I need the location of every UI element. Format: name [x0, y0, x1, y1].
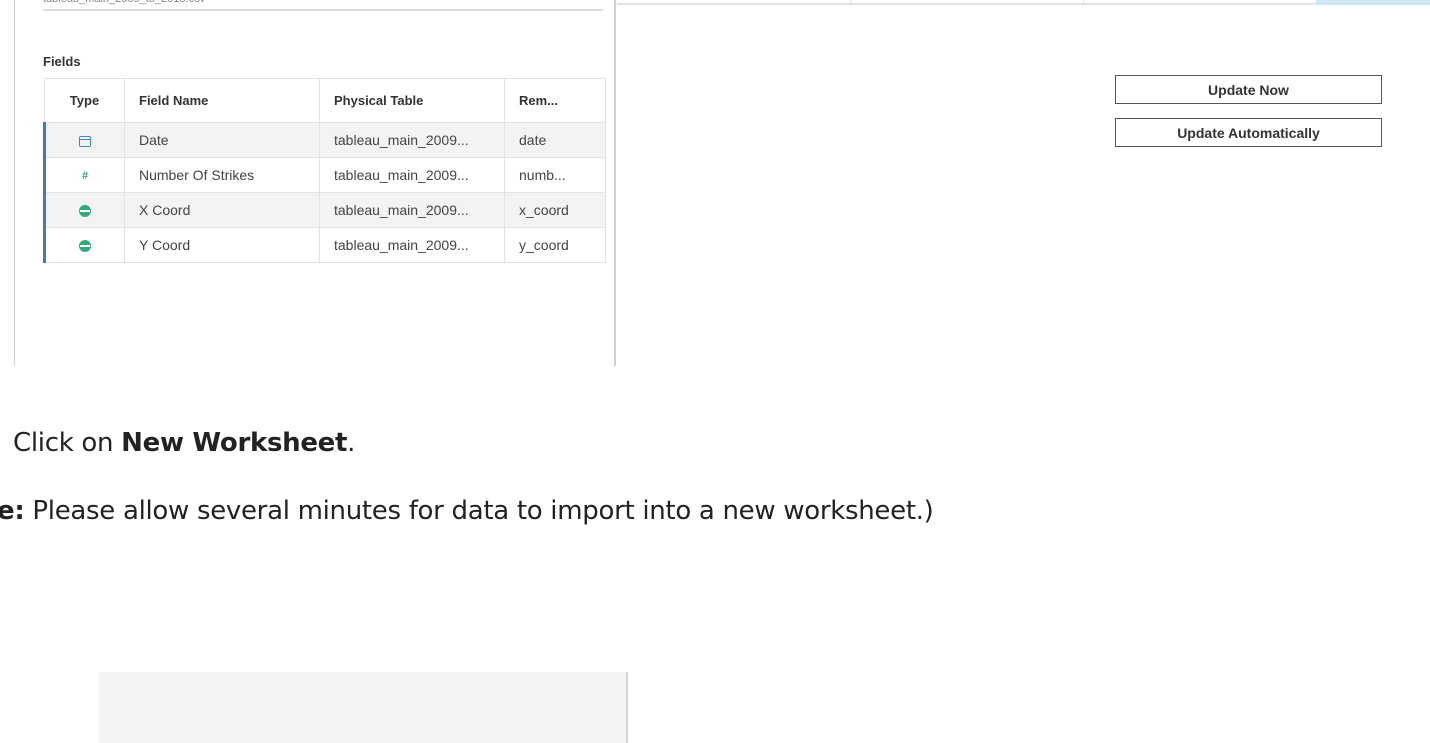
- data-source-name-field[interactable]: tableau_main_2009_to_2018.csv: [43, 0, 603, 11]
- physical-table-cell: tableau_main_2009...: [319, 192, 505, 228]
- physical-table-cell: tableau_main_2009...: [319, 122, 505, 158]
- table-row[interactable]: Date tableau_main_2009... date: [43, 122, 606, 158]
- instruction-note-bold: e:: [0, 496, 25, 526]
- table-row[interactable]: # Number Of Strikes tableau_main_2009...…: [43, 157, 606, 193]
- physical-table-cell: tableau_main_2009...: [319, 157, 505, 193]
- field-name-cell[interactable]: Date: [124, 122, 320, 158]
- data-grid-header-strip: [617, 0, 1430, 5]
- column-header-field-name[interactable]: Field Name: [124, 78, 320, 123]
- field-name-cell[interactable]: Number Of Strikes: [124, 157, 320, 193]
- instruction-step-prefix: Click on: [13, 428, 122, 458]
- next-screenshot-preview: [99, 672, 628, 743]
- number-icon[interactable]: #: [82, 170, 88, 182]
- update-automatically-button[interactable]: Update Automatically: [1115, 118, 1382, 147]
- fields-table-header: Type Field Name Physical Table Rem...: [44, 78, 606, 123]
- remote-name-cell: x_coord: [504, 192, 606, 228]
- grid-selected-column: [1316, 0, 1430, 5]
- geo-icon[interactable]: [79, 205, 91, 218]
- data-source-panel: tableau_main_2009_to_2018.csv Fields Typ…: [14, 0, 616, 366]
- field-name-cell[interactable]: Y Coord: [124, 227, 320, 263]
- geo-icon[interactable]: [79, 240, 91, 253]
- field-type-cell[interactable]: [43, 122, 125, 158]
- instruction-step: Click on New Worksheet.: [13, 428, 355, 458]
- grid-column-divider: [850, 0, 851, 5]
- instruction-step-bold: New Worksheet: [121, 428, 348, 458]
- table-row[interactable]: X Coord tableau_main_2009... x_coord: [43, 192, 606, 228]
- field-type-cell[interactable]: #: [43, 157, 125, 193]
- column-header-type[interactable]: Type: [44, 78, 125, 123]
- remote-name-cell: y_coord: [504, 227, 606, 263]
- instruction-note: e: Please allow several minutes for data…: [0, 496, 934, 526]
- instruction-note-text: Please allow several minutes for data to…: [24, 496, 934, 526]
- remote-name-cell: numb...: [504, 157, 606, 193]
- instruction-step-suffix: .: [347, 428, 356, 458]
- field-type-cell[interactable]: [43, 192, 125, 228]
- fields-table: Type Field Name Physical Table Rem... Da…: [43, 78, 606, 263]
- update-now-button[interactable]: Update Now: [1115, 75, 1382, 104]
- field-name-cell[interactable]: X Coord: [124, 192, 320, 228]
- table-row[interactable]: Y Coord tableau_main_2009... y_coord: [43, 227, 606, 263]
- grid-column-divider: [1083, 0, 1084, 5]
- fields-section-label: Fields: [43, 54, 81, 69]
- remote-name-cell: date: [504, 122, 606, 158]
- column-header-physical-table[interactable]: Physical Table: [319, 78, 505, 123]
- date-icon[interactable]: [79, 135, 91, 147]
- field-type-cell[interactable]: [43, 227, 125, 263]
- physical-table-cell: tableau_main_2009...: [319, 227, 505, 263]
- column-header-remote-name[interactable]: Rem...: [504, 78, 606, 123]
